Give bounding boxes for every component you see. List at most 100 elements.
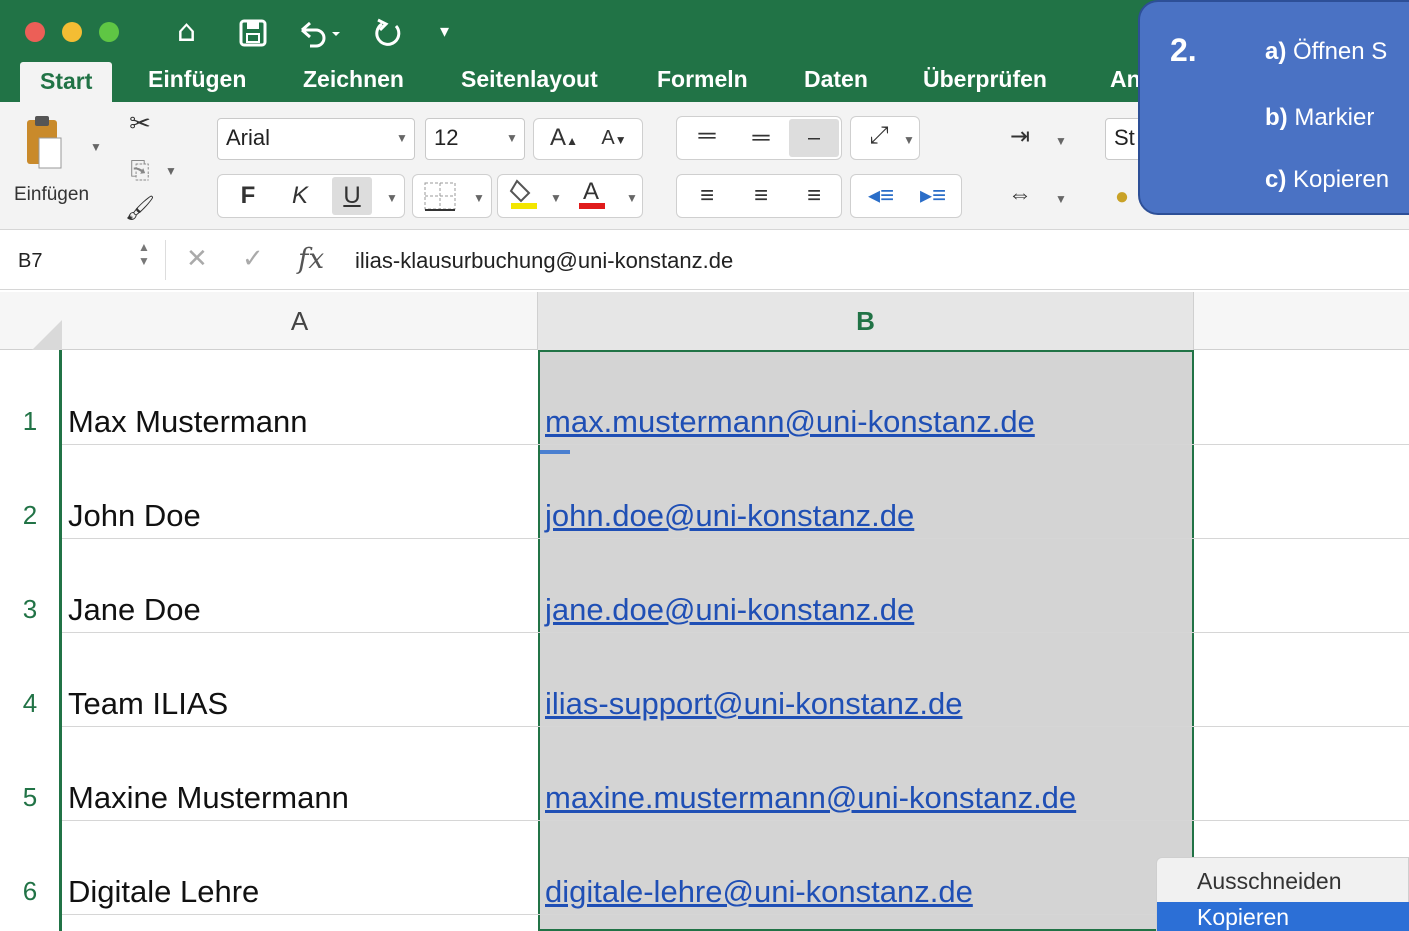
paste-label: Einfügen <box>14 184 90 205</box>
column-header-a[interactable]: A <box>62 292 538 350</box>
row-divider <box>62 444 1409 445</box>
row-divider <box>62 538 1409 539</box>
tab-ansicht[interactable]: An <box>1110 60 1141 102</box>
cell-email[interactable]: ilias-support@uni-konstanz.de <box>545 686 962 722</box>
underline-options-icon[interactable]: ▼ <box>386 191 398 205</box>
context-menu: Ausschneiden Kopieren <box>1156 857 1409 931</box>
row-header[interactable]: 1 <box>0 406 60 437</box>
increase-font-icon[interactable]: A▲ <box>540 119 588 160</box>
cut-icon[interactable]: ✂ <box>125 104 155 142</box>
divider <box>165 240 166 280</box>
increase-indent-icon[interactable]: ▸≡ <box>909 177 957 215</box>
cell-name[interactable]: Max Mustermann <box>68 404 307 440</box>
tab-einfuegen[interactable]: Einfügen <box>148 60 246 102</box>
merge-cells-icon[interactable]: ⇔ <box>1000 176 1040 214</box>
cell-email[interactable]: digitale-lehre@uni-konstanz.de <box>545 874 973 910</box>
wrap-text-icon[interactable]: ⇥ <box>1000 118 1040 156</box>
cell-name[interactable]: Digitale Lehre <box>68 874 259 910</box>
font-color-icon[interactable]: A <box>572 175 612 223</box>
underline-button[interactable]: U <box>332 177 372 215</box>
close-window-icon[interactable] <box>25 22 45 42</box>
row-header[interactable]: 2 <box>0 500 60 531</box>
select-all-corner[interactable] <box>0 292 62 350</box>
orientation-icon: ⤢ <box>869 122 889 149</box>
font-name-value: Arial <box>226 125 271 150</box>
chevron-down-icon: ▼ <box>903 133 915 147</box>
horizontal-align-buttons: ≡ ≡ ≡ <box>676 174 842 218</box>
name-box[interactable]: B7 <box>18 250 42 273</box>
align-middle-icon[interactable]: ═ <box>735 119 787 157</box>
tab-daten[interactable]: Daten <box>804 60 868 102</box>
cell-email[interactable]: jane.doe@uni-konstanz.de <box>545 592 914 628</box>
bold-button[interactable]: F <box>228 177 268 215</box>
column-a-border <box>59 350 62 931</box>
font-name-select[interactable]: Arial ▼ <box>217 118 415 160</box>
row-header[interactable]: 3 <box>0 594 60 625</box>
wrap-text-options-icon[interactable]: ▼ <box>1055 134 1067 148</box>
font-size-select[interactable]: 12 ▼ <box>425 118 525 160</box>
cell-email[interactable]: maxine.mustermann@uni-konstanz.de <box>545 780 1076 816</box>
chevron-down-icon: ▼ <box>473 191 485 205</box>
redo-icon[interactable] <box>372 14 406 57</box>
tab-start[interactable]: Start <box>20 62 113 102</box>
menu-item-copy[interactable]: Kopieren <box>1157 902 1409 931</box>
tab-zeichnen[interactable]: Zeichnen <box>303 60 404 102</box>
column-header-b[interactable]: B <box>538 292 1194 350</box>
fill-color-icon[interactable] <box>504 175 544 223</box>
step-item: a) Öffnen S <box>1265 38 1387 66</box>
align-bottom-icon[interactable]: ⎯ <box>789 119 839 157</box>
row-header[interactable]: 4 <box>0 688 60 719</box>
cell-name[interactable]: Team ILIAS <box>68 686 228 722</box>
cell-name[interactable]: Jane Doe <box>68 592 201 628</box>
orientation-button[interactable]: ⤢ ▼ <box>850 116 920 160</box>
cancel-icon[interactable]: ✕ <box>186 244 208 274</box>
home-icon[interactable]: ⌂ <box>177 14 196 50</box>
tab-ueberpruefen[interactable]: Überprüfen <box>923 60 1047 102</box>
svg-text:A: A <box>583 178 599 205</box>
vertical-align-buttons: ═ ═ ⎯ <box>676 116 842 160</box>
minimize-window-icon[interactable] <box>62 22 82 42</box>
align-right-icon[interactable]: ≡ <box>789 177 839 215</box>
paste-button[interactable] <box>20 112 70 172</box>
name-box-stepper-icon[interactable]: ▲ ▼ <box>138 240 150 268</box>
row-header[interactable]: 6 <box>0 876 60 907</box>
tab-formeln[interactable]: Formeln <box>657 60 748 102</box>
decrease-indent-icon[interactable]: ◂≡ <box>857 177 905 215</box>
decrease-font-icon[interactable]: A▼ <box>590 119 638 159</box>
customize-toolbar-icon[interactable]: ▾ <box>440 14 449 50</box>
font-style-buttons: F K U ▼ <box>217 174 405 218</box>
column-header-row: A B <box>0 292 1409 350</box>
confirm-icon[interactable]: ✓ <box>242 244 264 274</box>
undo-icon[interactable] <box>296 14 340 57</box>
row-header[interactable]: 5 <box>0 782 60 813</box>
copy-icon[interactable]: ⎘ <box>125 152 155 190</box>
tab-seitenlayout[interactable]: Seitenlayout <box>461 60 598 102</box>
copy-options-icon[interactable]: ▼ <box>165 164 177 178</box>
align-center-icon[interactable]: ≡ <box>735 177 787 215</box>
fill-color-options-icon[interactable]: ▼ <box>550 191 562 205</box>
font-color-options-icon[interactable]: ▼ <box>626 191 638 205</box>
italic-button[interactable]: K <box>280 177 320 215</box>
row-divider <box>62 632 1409 633</box>
step-text: Markier <box>1294 104 1375 131</box>
paste-options-icon[interactable]: ▼ <box>90 140 102 154</box>
cell-email[interactable]: max.mustermann@uni-konstanz.de <box>545 404 1035 440</box>
formula-bar: B7 ▲ ▼ ✕ ✓ fx ilias-klausurbuchung@uni-ko… <box>0 232 1409 290</box>
zoom-window-icon[interactable] <box>99 22 119 42</box>
format-painter-icon[interactable]: 🖌 <box>120 190 160 228</box>
currency-icon[interactable]: ● <box>1105 178 1139 216</box>
cell-email[interactable]: john.doe@uni-konstanz.de <box>545 498 914 534</box>
menu-item-cut[interactable]: Ausschneiden <box>1157 866 1409 896</box>
formula-input[interactable]: ilias-klausurbuchung@uni-konstanz.de <box>355 248 733 274</box>
align-top-icon[interactable]: ═ <box>681 117 733 155</box>
cell-name[interactable]: John Doe <box>68 498 201 534</box>
borders-icon <box>424 182 456 211</box>
insert-function-icon[interactable]: fx <box>298 242 324 275</box>
cell-name[interactable]: Maxine Mustermann <box>68 780 349 816</box>
paste-options-indicator[interactable] <box>540 450 570 454</box>
save-icon[interactable] <box>238 14 268 57</box>
borders-button[interactable]: ▼ <box>412 174 492 218</box>
font-size-value: 12 <box>434 125 459 150</box>
align-left-icon[interactable]: ≡ <box>681 177 733 215</box>
merge-cells-options-icon[interactable]: ▼ <box>1055 192 1067 206</box>
